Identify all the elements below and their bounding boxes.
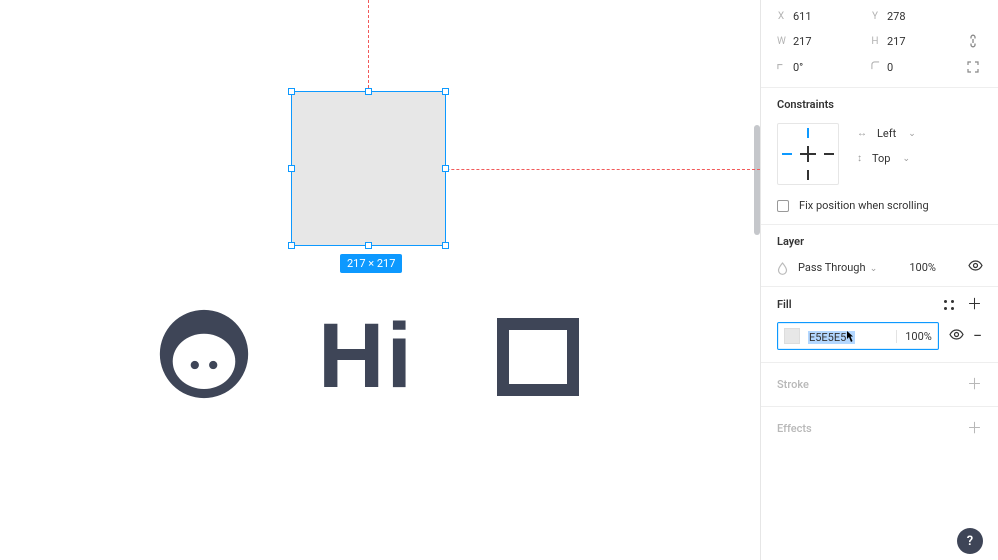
fix-position-label: Fix position when scrolling bbox=[799, 199, 929, 212]
constraint-vertical-select[interactable]: ↕Top⌄ bbox=[857, 152, 916, 165]
section-transform: X611 Y278 W217 H217 0° 0 bbox=[761, 0, 998, 88]
resize-handle-tl[interactable] bbox=[288, 88, 295, 95]
layer-title: Layer bbox=[777, 235, 982, 248]
constraints-diagram[interactable] bbox=[777, 123, 839, 185]
add-fill-icon[interactable]: ＋ bbox=[967, 297, 982, 312]
resize-handle-tc[interactable] bbox=[365, 88, 372, 95]
dimension-badge: 217 × 217 bbox=[340, 254, 402, 273]
layer-visibility-icon[interactable] bbox=[968, 260, 982, 274]
layer-opacity-input[interactable]: 100% bbox=[909, 261, 936, 274]
avatar-icon[interactable] bbox=[158, 308, 250, 400]
stroke-title: Stroke bbox=[777, 378, 809, 391]
remove-fill-icon[interactable]: − bbox=[973, 328, 982, 344]
prop-y[interactable]: Y278 bbox=[871, 10, 959, 23]
prop-w[interactable]: W217 bbox=[777, 35, 865, 48]
resize-handle-br[interactable] bbox=[442, 242, 449, 249]
fill-swatch[interactable] bbox=[784, 328, 800, 344]
prop-corner-radius[interactable]: 0 bbox=[871, 61, 959, 74]
expand-corner-icon[interactable] bbox=[965, 59, 981, 75]
section-stroke: Stroke ＋ bbox=[761, 363, 998, 407]
fill-visibility-icon[interactable] bbox=[949, 329, 963, 343]
resize-handle-bc[interactable] bbox=[365, 242, 372, 249]
fix-position-checkbox[interactable] bbox=[777, 200, 789, 212]
link-dimensions-icon[interactable] bbox=[965, 33, 981, 49]
rectangle-outline-layer[interactable] bbox=[497, 318, 579, 396]
section-fill: Fill ＋ E5E5E5 100% − bbox=[761, 287, 998, 363]
resize-handle-ml[interactable] bbox=[288, 165, 295, 172]
resize-handle-tr[interactable] bbox=[442, 88, 449, 95]
fill-opacity-input: 100% bbox=[896, 330, 932, 343]
text-layer-hi[interactable]: Hi bbox=[318, 304, 414, 409]
style-picker-icon[interactable] bbox=[943, 299, 955, 311]
alignment-guide-vertical bbox=[368, 0, 369, 93]
blend-mode-icon bbox=[777, 262, 788, 273]
blend-mode-select[interactable]: Pass Through ⌄ bbox=[798, 261, 877, 274]
prop-x[interactable]: X611 bbox=[777, 10, 865, 23]
prop-rotation[interactable]: 0° bbox=[777, 61, 865, 74]
section-effects: Effects ＋ bbox=[761, 407, 998, 450]
prop-h[interactable]: H217 bbox=[871, 35, 959, 48]
fill-title: Fill bbox=[777, 298, 792, 311]
selected-rectangle[interactable] bbox=[291, 91, 446, 246]
help-button[interactable]: ? bbox=[957, 528, 983, 554]
add-stroke-icon[interactable]: ＋ bbox=[967, 377, 982, 392]
design-canvas[interactable]: 217 × 217 Hi bbox=[0, 0, 760, 560]
constraints-title: Constraints bbox=[777, 98, 982, 111]
section-layer: Layer Pass Through ⌄ 100% bbox=[761, 225, 998, 287]
fill-hex-value: E5E5E5 bbox=[808, 331, 855, 344]
fill-color-input[interactable]: E5E5E5 100% bbox=[777, 322, 939, 350]
scrollbar-vertical[interactable] bbox=[754, 125, 760, 235]
resize-handle-bl[interactable] bbox=[288, 242, 295, 249]
resize-handle-mr[interactable] bbox=[442, 165, 449, 172]
section-constraints: Constraints ↔Left⌄ ↕Top⌄ Fix position wh… bbox=[761, 88, 998, 225]
constraint-horizontal-select[interactable]: ↔Left⌄ bbox=[857, 127, 916, 140]
properties-panel: X611 Y278 W217 H217 0° 0 Constraints ↔Le… bbox=[760, 0, 998, 560]
add-effect-icon[interactable]: ＋ bbox=[967, 421, 982, 436]
effects-title: Effects bbox=[777, 422, 812, 435]
